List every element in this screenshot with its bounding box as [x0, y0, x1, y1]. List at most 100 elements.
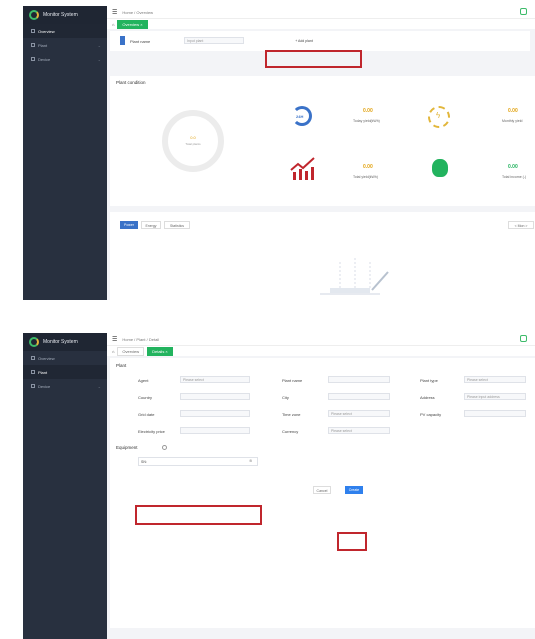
app-title: Monitor System — [43, 339, 78, 345]
plant-name-label: Plant name — [130, 39, 151, 44]
total-yield-label: Total yield(kWh) — [353, 175, 378, 179]
monthly-yield-label: Monthly yield — [502, 119, 523, 123]
electricity-price-label: Electricity price — [138, 429, 165, 434]
total-plants-ring — [162, 110, 224, 172]
plant-name-input[interactable] — [328, 376, 390, 383]
sidebar-item-plant[interactable]: Plant ⌄ — [23, 38, 107, 52]
screenshot-plant-details: Monitor System Overview Plant Device ⌄ ☰… — [23, 333, 535, 639]
chevron-down-icon: ⌄ — [97, 56, 101, 62]
currency-label: Currency — [282, 429, 299, 434]
sidebar-item-device[interactable]: Device ⌄ — [23, 379, 107, 393]
time-zone-select[interactable]: Please select — [328, 410, 390, 417]
country-label: Country — [138, 395, 153, 400]
country-select[interactable] — [180, 393, 250, 400]
cancel-button[interactable]: Cancel — [313, 486, 331, 494]
plant-icon — [120, 36, 125, 45]
money-bag-icon — [432, 159, 448, 177]
menu-icon[interactable]: ☰ — [112, 336, 117, 343]
app-header: Monitor System — [23, 6, 107, 24]
tab-energy[interactable]: Energy — [141, 221, 161, 229]
plant-condition-card: Plant condition 0.0 Total plants 24H 0.0… — [110, 76, 535, 206]
equipment-sn-input[interactable]: SN: — [138, 457, 258, 466]
topbar: ☰ Home / Overview — [107, 6, 535, 18]
plant-type-label: Plant type — [420, 378, 438, 383]
chart-card: Power Energy Statistics < Mon > — [110, 212, 535, 300]
tab-details[interactable]: Details × — [147, 346, 173, 356]
sidebar-item-overview[interactable]: Overview — [23, 351, 107, 365]
clear-icon[interactable]: ⊗ — [249, 458, 252, 463]
sidebar-item-overview[interactable]: Overview — [23, 24, 107, 38]
section-title: Plant condition — [116, 80, 146, 85]
pv-capacity-label: PV capacity — [420, 412, 442, 417]
logo-icon — [29, 337, 39, 347]
currency-select[interactable]: Please select — [328, 427, 390, 434]
sidebar-item-label: Device — [38, 56, 51, 62]
electricity-price-input[interactable] — [180, 427, 250, 434]
screenshot-overview: Monitor System Overview Plant ⌄ Device ⌄… — [23, 6, 535, 300]
overview-icon — [31, 29, 35, 33]
home-icon[interactable]: ⌂ — [112, 349, 114, 354]
create-button[interactable]: Create — [345, 486, 363, 494]
info-icon — [162, 445, 167, 450]
plant-icon — [31, 43, 35, 47]
sidebar-item-device[interactable]: Device ⌄ — [23, 52, 107, 66]
breadcrumb: Home / Plant / Detail — [122, 336, 160, 342]
app-title: Monitor System — [43, 12, 78, 18]
breadcrumb: Home / Overview — [122, 9, 154, 15]
sidebar-item-label: Plant — [38, 369, 48, 375]
ring-value: 0.0 — [190, 135, 196, 140]
plant-type-select[interactable]: Please select — [464, 376, 526, 383]
tab-power[interactable]: Power — [120, 221, 138, 229]
grid-date-label: Grid date — [138, 412, 155, 417]
date-selector-button[interactable]: < Mon > — [508, 221, 534, 229]
today-yield-value: 0.00 — [363, 108, 373, 114]
bolt-icon: ϟ — [436, 111, 441, 120]
address-input[interactable]: Please input address — [464, 393, 526, 400]
time-zone-label: Time zone — [282, 412, 301, 417]
grid-date-input[interactable] — [180, 410, 250, 417]
sidebar-item-label: Device — [38, 383, 51, 389]
sidebar: Monitor System Overview Plant Device ⌄ — [23, 333, 107, 639]
tab-bar: ⌂ Overview Details × — [107, 345, 535, 356]
logo-icon — [29, 10, 39, 20]
sidebar-item-label: Plant — [38, 42, 48, 48]
24h-icon-text: 24H — [296, 114, 304, 119]
main-content: ☰ Home / Overview ⌂ Overview × Plant nam… — [107, 6, 535, 300]
main-content: ☰ Home / Plant / Detail ⌂ Overview Detai… — [107, 333, 535, 639]
empty-data-illustration — [320, 258, 389, 295]
ring-label: Total plants — [185, 142, 201, 146]
refresh-icon[interactable] — [520, 335, 527, 342]
trend-chart-icon — [290, 157, 315, 180]
plant-name-label: Plant name — [282, 378, 303, 383]
plant-name-input[interactable]: Input plant — [184, 37, 244, 44]
app-header: Monitor System — [23, 333, 107, 351]
agent-select[interactable]: Please select — [180, 376, 250, 383]
refresh-icon[interactable] — [520, 8, 527, 15]
sidebar-item-plant[interactable]: Plant — [23, 365, 107, 379]
add-plant-button[interactable]: + Add plant — [274, 37, 334, 45]
agent-label: Agent — [138, 378, 149, 383]
city-label: City — [282, 395, 289, 400]
highlight-add-plant — [265, 50, 362, 68]
home-icon[interactable]: ⌂ — [112, 22, 114, 27]
search-card: Plant name Input plant + Add plant — [110, 31, 530, 51]
topbar: ☰ Home / Plant / Detail — [107, 333, 535, 345]
sidebar: Monitor System Overview Plant ⌄ Device ⌄ — [23, 6, 107, 300]
total-income-value: 0.00 — [508, 164, 518, 170]
tab-bar: ⌂ Overview × — [107, 18, 535, 29]
device-icon — [31, 57, 35, 61]
plant-icon — [31, 370, 35, 374]
tab-overview[interactable]: Overview — [117, 346, 145, 356]
sidebar-item-label: Overview — [38, 355, 55, 361]
tab-statistics[interactable]: Statistics — [164, 221, 190, 229]
highlight-equipment — [135, 505, 262, 525]
sidebar-item-label: Overview — [38, 28, 55, 34]
equipment-section-title: Equipment — [116, 445, 138, 450]
city-input[interactable] — [328, 393, 390, 400]
today-yield-label: Today yield(kWh) — [353, 119, 380, 123]
monthly-yield-value: 0.00 — [508, 108, 518, 114]
chevron-down-icon: ⌄ — [97, 42, 101, 48]
pv-capacity-input[interactable] — [464, 410, 526, 417]
tab-overview[interactable]: Overview × — [117, 19, 148, 29]
menu-icon[interactable]: ☰ — [112, 9, 117, 16]
